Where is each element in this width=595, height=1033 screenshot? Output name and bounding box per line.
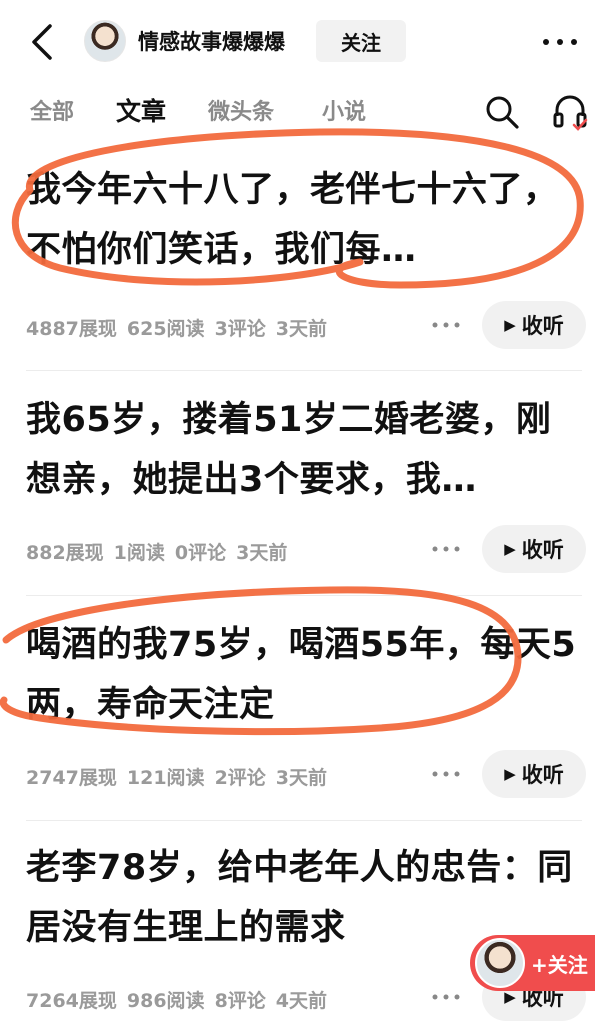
more-dots-icon	[543, 39, 577, 45]
comment-count: 8评论	[214, 990, 266, 1012]
read-count: 1阅读	[113, 542, 165, 564]
listen-label: 收听	[521, 763, 564, 787]
top-bar: 情感故事爆爆爆 关注	[0, 0, 595, 84]
comment-count: 0评论	[174, 542, 227, 564]
article-meta: 882展现 1阅读 0评论 3天前	[26, 538, 297, 565]
article-meta: 7264展现 986阅读 8评论 4天前	[26, 986, 337, 1013]
channel-name[interactable]: 情感故事爆爆爆	[138, 26, 285, 56]
article-more-icon[interactable]	[432, 769, 460, 779]
headphones-button[interactable]	[552, 92, 588, 132]
play-icon: ▶	[504, 316, 516, 334]
floating-avatar	[475, 938, 525, 988]
article-title[interactable]: 我今年六十八了，老伴七十六了，不怕你们笑话，我们每…	[26, 160, 581, 280]
article-more-icon[interactable]	[432, 992, 460, 1002]
article-meta: 2747展现 121阅读 2评论 3天前	[26, 763, 337, 790]
view-count: 2747展现	[26, 767, 117, 789]
listen-button[interactable]: ▶ 收听	[482, 525, 586, 573]
floating-follow-label: +关注	[531, 952, 588, 977]
back-button[interactable]	[24, 20, 64, 64]
back-arrow-icon	[32, 24, 52, 60]
read-count: 121阅读	[126, 767, 205, 789]
article-title[interactable]: 喝酒的我75岁，喝酒55年，每天5两，寿命天注定	[26, 615, 581, 735]
post-time: 3天前	[275, 767, 328, 789]
tab-novels[interactable]: 小说	[322, 94, 366, 126]
search-button[interactable]	[484, 94, 520, 130]
tab-all[interactable]: 全部	[30, 94, 74, 126]
more-button[interactable]	[540, 22, 580, 62]
post-time: 3天前	[236, 542, 288, 564]
listen-button[interactable]: ▶ 收听	[482, 750, 586, 798]
listen-button[interactable]: ▶ 收听	[482, 301, 586, 349]
read-count: 625阅读	[126, 318, 205, 340]
follow-button[interactable]: 关注	[316, 20, 406, 62]
article-meta: 4887展现 625阅读 3评论 3天前	[26, 314, 337, 341]
comment-count: 2评论	[214, 767, 266, 789]
tab-articles[interactable]: 文章	[116, 92, 166, 128]
floating-follow-button[interactable]: +关注	[470, 935, 595, 991]
divider	[26, 820, 582, 821]
article-title[interactable]: 我65岁，搂着51岁二婚老婆，刚想亲，她提出3个要求，我…	[26, 390, 581, 510]
channel-avatar[interactable]	[84, 20, 126, 62]
tab-micro-posts[interactable]: 微头条	[208, 94, 274, 126]
post-time: 4天前	[275, 990, 328, 1012]
play-icon: ▶	[504, 765, 516, 783]
view-count: 7264展现	[26, 990, 117, 1012]
headphones-icon	[553, 95, 588, 131]
listen-label: 收听	[521, 314, 564, 338]
divider	[26, 595, 582, 596]
comment-count: 3评论	[214, 318, 266, 340]
divider	[26, 370, 582, 371]
view-count: 4887展现	[26, 318, 117, 340]
play-icon: ▶	[504, 540, 516, 558]
view-count: 882展现	[26, 542, 104, 564]
read-count: 986阅读	[126, 990, 205, 1012]
article-more-icon[interactable]	[432, 544, 460, 554]
listen-label: 收听	[521, 538, 564, 562]
search-icon	[486, 96, 519, 129]
article-more-icon[interactable]	[432, 320, 460, 330]
post-time: 3天前	[275, 318, 328, 340]
